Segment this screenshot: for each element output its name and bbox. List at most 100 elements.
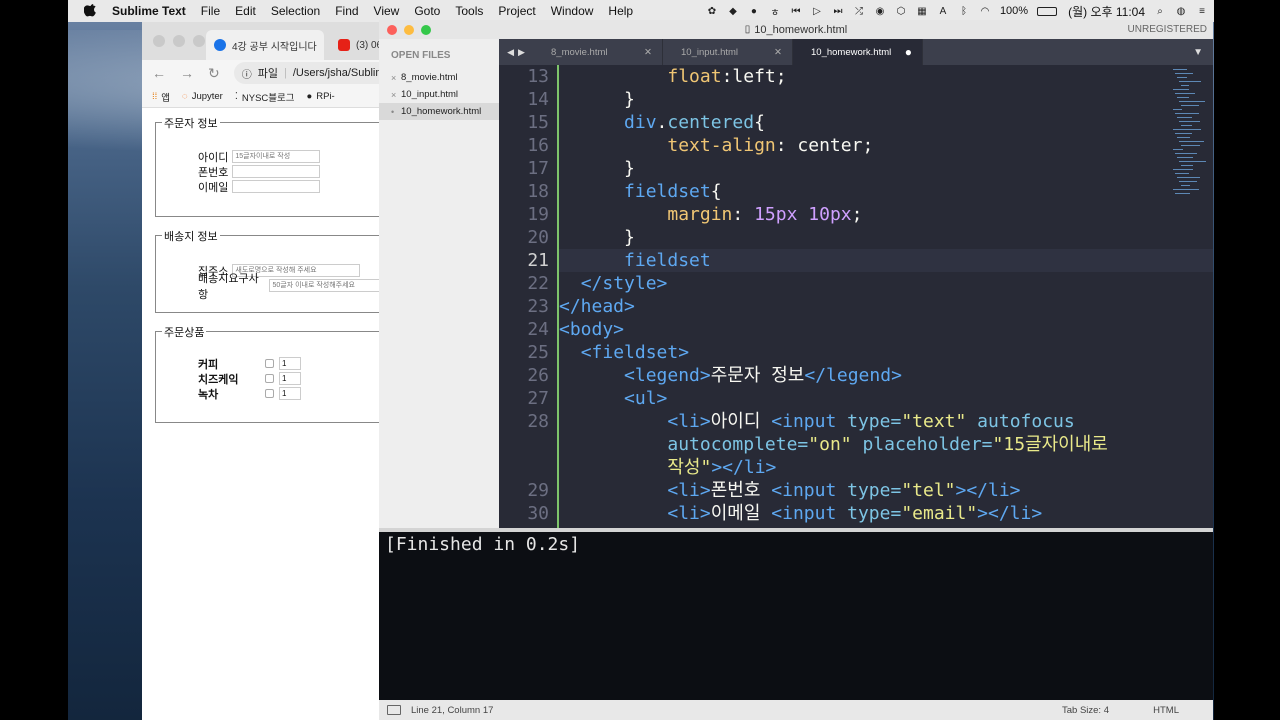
code-line[interactable]: }: [559, 157, 1213, 180]
menu-app[interactable]: Sublime Text: [112, 4, 186, 18]
code-editor[interactable]: 13 14 15 16 17 18 19 20 21 22 23 24 25 2…: [499, 65, 1213, 528]
request-input[interactable]: [269, 279, 384, 292]
close-file-icon[interactable]: ×: [391, 73, 401, 83]
bookmark-nysc[interactable]: ⁚ NYSC블로그: [235, 90, 295, 104]
bookmark-jupyter[interactable]: ◌ Jupyter: [182, 91, 223, 102]
code-line[interactable]: autocomplete="on" placeholder="15글자이내로: [559, 433, 1213, 456]
tab-nav-arrows[interactable]: ◀ ▶: [499, 39, 533, 65]
sidebar-file[interactable]: × 10_input.html: [379, 86, 499, 103]
menu-tools[interactable]: Tools: [455, 4, 483, 18]
bookmark-rpi[interactable]: ● RPi-: [307, 91, 335, 102]
tab-10-homework[interactable]: 10_homework.html ●: [793, 39, 923, 65]
code-line[interactable]: <fieldset>: [559, 341, 1213, 364]
sidebar-file[interactable]: × 8_movie.html: [379, 69, 499, 86]
product-checkbox[interactable]: [265, 374, 274, 383]
phone-input[interactable]: [232, 165, 321, 178]
unsaved-dot-icon[interactable]: •: [391, 107, 401, 117]
sidebar-file-active[interactable]: • 10_homework.html: [379, 103, 499, 120]
forward-icon[interactable]: →: [180, 65, 194, 81]
shuffle-icon[interactable]: ⤮: [853, 5, 865, 17]
quantity-input[interactable]: 1: [279, 372, 301, 385]
code-line[interactable]: }: [559, 226, 1213, 249]
browser-tab-1[interactable]: 4강 공부 시작입니다 ✕: [206, 30, 324, 60]
minimize-window-button[interactable]: [404, 25, 414, 35]
menu-file[interactable]: File: [201, 4, 220, 18]
code-line[interactable]: }: [559, 88, 1213, 111]
close-file-icon[interactable]: ×: [391, 90, 401, 100]
dropbox-icon[interactable]: ◆: [727, 5, 739, 17]
media-prev-icon[interactable]: ⏮: [790, 5, 802, 17]
input-source-icon[interactable]: A: [937, 5, 949, 17]
quantity-input[interactable]: 1: [279, 387, 301, 400]
menu-edit[interactable]: Edit: [235, 4, 256, 18]
unsaved-dot-icon[interactable]: ●: [905, 45, 912, 59]
menu-selection[interactable]: Selection: [271, 4, 320, 18]
menu-window[interactable]: Window: [551, 4, 594, 18]
syntax-mode[interactable]: HTML: [1153, 705, 1179, 716]
code-line[interactable]: <li>폰번호 <input type="tel"></li>: [559, 479, 1213, 502]
tab-close-icon[interactable]: ✕: [644, 47, 652, 58]
code-line[interactable]: <body>: [559, 318, 1213, 341]
code-line[interactable]: div.centered{: [559, 111, 1213, 134]
creative-cloud-icon[interactable]: ✿: [706, 5, 718, 17]
zoom-window-button[interactable]: [421, 25, 431, 35]
bluetooth-icon[interactable]: ᛒ: [958, 5, 970, 17]
tab-8-movie[interactable]: 8_movie.html ✕: [533, 39, 663, 65]
box-icon[interactable]: ⬡: [895, 5, 907, 17]
code-line[interactable]: fieldset{: [559, 180, 1213, 203]
code-line[interactable]: </head>: [559, 295, 1213, 318]
email-input[interactable]: [232, 180, 321, 193]
tab-close-icon[interactable]: ✕: [323, 40, 324, 51]
korean-input-icon[interactable]: ㅎ: [769, 5, 781, 19]
wifi-icon[interactable]: ◠: [979, 5, 991, 17]
menubar-clock[interactable]: (월) 오후 11:04: [1068, 3, 1145, 20]
apple-icon[interactable]: [84, 4, 98, 18]
info-icon[interactable]: ⓘ: [242, 66, 252, 81]
tab-10-input[interactable]: 10_input.html ✕: [663, 39, 793, 65]
code-line[interactable]: <legend>주문자 정보</legend>: [559, 364, 1213, 387]
menu-project[interactable]: Project: [498, 4, 535, 18]
grid-icon[interactable]: ▦: [916, 5, 928, 17]
product-checkbox[interactable]: [265, 359, 274, 368]
tab-left-icon[interactable]: ◀: [507, 47, 514, 58]
code-line[interactable]: <li>아이디 <input type="text" autofocus: [559, 410, 1213, 433]
media-next-icon[interactable]: ⏭: [832, 5, 844, 17]
panel-toggle-icon[interactable]: [387, 705, 401, 715]
tab-right-icon[interactable]: ▶: [518, 47, 525, 58]
battery-icon[interactable]: [1037, 6, 1058, 16]
code-line[interactable]: 작성"></li>: [559, 456, 1213, 479]
code-line[interactable]: <ul>: [559, 387, 1213, 410]
user-icon[interactable]: ◍: [1175, 5, 1187, 17]
tab-close-icon[interactable]: ✕: [774, 47, 782, 58]
screen-record-icon[interactable]: ◉: [874, 5, 886, 17]
close-window-button[interactable]: [387, 25, 397, 35]
code-line-current[interactable]: fieldset: [559, 249, 1213, 272]
menu-goto[interactable]: Goto: [414, 4, 440, 18]
close-window-button[interactable]: [153, 35, 165, 47]
quantity-input[interactable]: 1: [279, 357, 301, 370]
notification-center-icon[interactable]: ≡: [1196, 5, 1208, 17]
menu-view[interactable]: View: [374, 4, 400, 18]
code-token: <input: [771, 411, 848, 432]
tab-list-icon[interactable]: ▼: [1193, 47, 1203, 58]
reload-icon[interactable]: ↻: [208, 65, 220, 82]
product-checkbox[interactable]: [265, 389, 274, 398]
zoom-window-button[interactable]: [193, 35, 205, 47]
code-line[interactable]: margin: 15px 10px;: [559, 203, 1213, 226]
back-icon[interactable]: ←: [152, 65, 166, 81]
code-line[interactable]: <li>이메일 <input type="email"></li>: [559, 502, 1213, 525]
minimize-window-button[interactable]: [173, 35, 185, 47]
evernote-icon[interactable]: ●: [748, 5, 760, 17]
menu-help[interactable]: Help: [608, 4, 633, 18]
code-line[interactable]: float:left;: [559, 65, 1213, 88]
spotlight-icon[interactable]: ⌕: [1154, 5, 1166, 17]
code-line[interactable]: text-align: center;: [559, 134, 1213, 157]
bookmark-apps[interactable]: ⁞⁞ 앱: [152, 90, 170, 104]
tab-size[interactable]: Tab Size: 4: [1062, 705, 1109, 716]
id-input[interactable]: [232, 150, 321, 163]
code-line[interactable]: </style>: [559, 272, 1213, 295]
media-play-icon[interactable]: ▷: [811, 5, 823, 17]
menu-find[interactable]: Find: [335, 4, 358, 18]
address-bar[interactable]: ⓘ 파일 | /Users/jsha/Sublime: [233, 62, 398, 84]
minimap[interactable]: [1173, 69, 1211, 199]
